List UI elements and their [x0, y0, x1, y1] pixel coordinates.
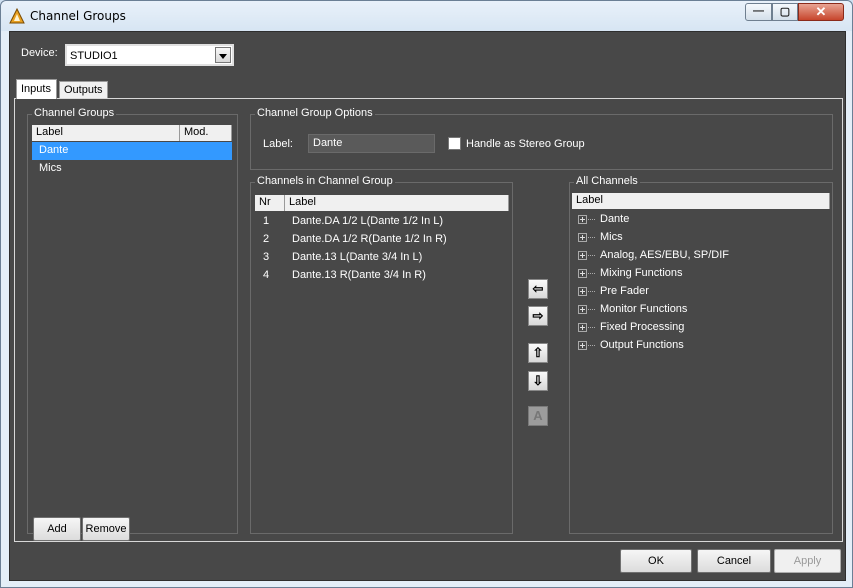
table-row[interactable]: 4 Dante.13 R(Dante 3/4 In R)	[255, 266, 509, 284]
label-caption: Label:	[263, 138, 293, 150]
row-nr: 1	[263, 215, 270, 227]
minimize-button[interactable]: —	[745, 3, 772, 21]
table-row[interactable]: 2 Dante.DA 1/2 R(Dante 1/2 In R)	[255, 230, 509, 248]
column-header-label[interactable]: Label	[285, 195, 509, 211]
maximize-icon: ▢	[779, 6, 791, 18]
remove-button[interactable]: Remove	[82, 517, 130, 541]
close-icon: ✕	[815, 4, 827, 19]
tree-item-label: Dante	[600, 213, 630, 225]
ok-button[interactable]: OK	[620, 549, 692, 573]
row-nr: 4	[263, 269, 270, 281]
channels-in-group-list[interactable]: Nr Label 1 Dante.DA 1/2 L(Dante 1/2 In L…	[255, 195, 509, 529]
list-item[interactable]: Dante	[32, 142, 232, 160]
channel-group-options-panel: Channel Group Options Label: Dante Handl…	[250, 107, 833, 170]
channel-group-options-title: Channel Group Options	[255, 107, 375, 119]
expand-icon[interactable]	[578, 323, 587, 332]
channel-groups-list[interactable]: Label Mod. Dante Mics	[32, 125, 232, 485]
expand-icon[interactable]	[578, 287, 587, 296]
all-channels-tree[interactable]: Label Dante Mics Analog, AES/EBU, SP/DIF…	[572, 193, 830, 529]
inputs-tab-panel: Channel Groups Label Mod. Dante Mics Add…	[14, 98, 843, 542]
close-button[interactable]: ✕	[798, 3, 844, 21]
add-to-group-button[interactable]: ⇦	[528, 279, 548, 299]
channels-in-group-panel: Channels in Channel Group Nr Label 1 Dan…	[250, 175, 513, 534]
window-title: Channel Groups	[30, 9, 126, 23]
tab-inputs[interactable]: Inputs	[16, 79, 57, 99]
apply-button[interactable]: Apply	[774, 549, 841, 573]
minimize-icon: —	[753, 5, 764, 17]
tree-item[interactable]: Fixed Processing	[572, 319, 830, 337]
expand-icon[interactable]	[578, 251, 587, 260]
expand-icon[interactable]	[578, 305, 587, 314]
chevron-down-icon[interactable]	[215, 47, 231, 63]
channel-groups-window: Channel Groups — ▢ ✕ Device: STUDIO1 Inp…	[0, 0, 853, 588]
device-value: STUDIO1	[70, 50, 118, 62]
device-label: Device:	[21, 47, 58, 59]
stereo-group-checkbox[interactable]	[448, 137, 461, 150]
expand-icon[interactable]	[578, 341, 587, 350]
expand-icon[interactable]	[578, 269, 587, 278]
arrow-right-icon: ⇨	[532, 308, 544, 323]
tree-item[interactable]: Mixing Functions	[572, 265, 830, 283]
tree-connector	[588, 309, 595, 310]
label-input[interactable]: Dante	[308, 134, 435, 153]
tree-connector	[588, 255, 595, 256]
tree-item-label: Analog, AES/EBU, SP/DIF	[600, 249, 730, 261]
row-label: Dante.13 R(Dante 3/4 In R)	[292, 269, 426, 281]
arrow-down-icon: ⇩	[532, 373, 544, 388]
arrow-left-icon: ⇦	[532, 281, 544, 296]
cancel-button[interactable]: Cancel	[697, 549, 771, 573]
row-label: Dante.13 L(Dante 3/4 In L)	[292, 251, 423, 263]
expand-icon[interactable]	[578, 233, 587, 242]
move-up-button[interactable]: ⇧	[528, 343, 548, 363]
tree-item[interactable]: Pre Fader	[572, 283, 830, 301]
tree-item[interactable]: Monitor Functions	[572, 301, 830, 319]
row-label: Dante.DA 1/2 L(Dante 1/2 In L)	[292, 215, 444, 227]
row-nr: 3	[263, 251, 270, 263]
channels-in-group-title: Channels in Channel Group	[255, 175, 395, 187]
tree-connector	[588, 273, 595, 274]
expand-icon[interactable]	[578, 215, 587, 224]
table-row[interactable]: 3 Dante.13 L(Dante 3/4 In L)	[255, 248, 509, 266]
app-icon	[9, 8, 25, 24]
column-header-nr[interactable]: Nr	[255, 195, 285, 211]
sort-button[interactable]: A	[528, 406, 548, 426]
device-select[interactable]: STUDIO1	[65, 44, 234, 66]
tree-connector	[588, 327, 595, 328]
tree-item-label: Mics	[600, 231, 623, 243]
list-item[interactable]: Mics	[32, 160, 232, 178]
tree-item-label: Pre Fader	[600, 285, 649, 297]
sort-icon: A	[533, 408, 543, 423]
row-nr: 2	[263, 233, 270, 245]
tree-item-label: Monitor Functions	[600, 303, 688, 315]
column-header-mod[interactable]: Mod.	[180, 125, 232, 141]
title-bar[interactable]: Channel Groups — ▢ ✕	[1, 1, 852, 31]
tree-connector	[588, 219, 595, 220]
tree-item[interactable]: Mics	[572, 229, 830, 247]
tree-item[interactable]: Dante	[572, 211, 830, 229]
tree-connector	[588, 345, 595, 346]
remove-from-group-button[interactable]: ⇨	[528, 306, 548, 326]
tree-item-label: Output Functions	[600, 339, 684, 351]
tree-item-label: Mixing Functions	[600, 267, 683, 279]
dialog-body: Device: STUDIO1 Inputs Outputs Channel G…	[9, 31, 846, 581]
tree-item-label: Fixed Processing	[600, 321, 685, 333]
add-button[interactable]: Add	[33, 517, 81, 541]
stereo-group-label[interactable]: Handle as Stereo Group	[466, 138, 585, 150]
all-channels-title: All Channels	[574, 175, 640, 187]
column-header-label[interactable]: Label	[32, 125, 180, 141]
tab-outputs[interactable]: Outputs	[59, 81, 108, 98]
channel-groups-panel: Channel Groups Label Mod. Dante Mics Add…	[27, 107, 238, 541]
channel-groups-title: Channel Groups	[32, 107, 117, 119]
arrow-up-icon: ⇧	[532, 345, 544, 360]
move-down-button[interactable]: ⇩	[528, 371, 548, 391]
maximize-button[interactable]: ▢	[772, 3, 798, 21]
tree-connector	[588, 237, 595, 238]
column-header-label[interactable]: Label	[572, 193, 830, 209]
tree-item[interactable]: Output Functions	[572, 337, 830, 355]
tree-item[interactable]: Analog, AES/EBU, SP/DIF	[572, 247, 830, 265]
all-channels-panel: All Channels Label Dante Mics Analog, AE…	[569, 175, 833, 534]
row-label: Dante.DA 1/2 R(Dante 1/2 In R)	[292, 233, 447, 245]
tree-connector	[588, 291, 595, 292]
table-row[interactable]: 1 Dante.DA 1/2 L(Dante 1/2 In L)	[255, 212, 509, 230]
